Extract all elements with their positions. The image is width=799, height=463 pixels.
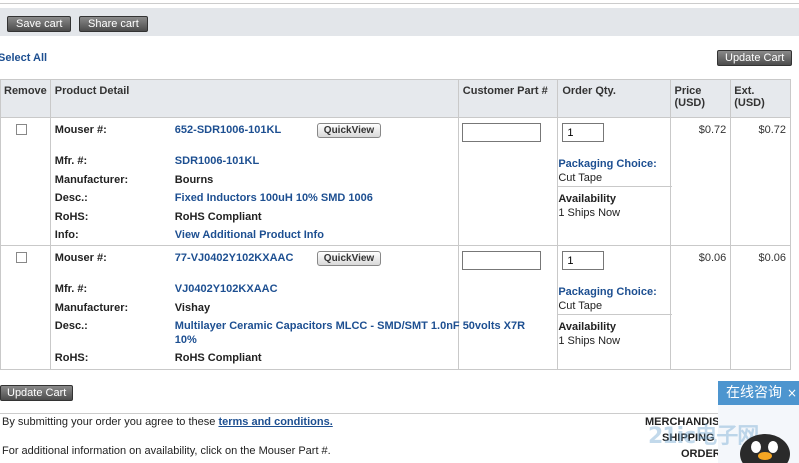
- customer-part-input[interactable]: [461, 123, 541, 142]
- remove-checkbox[interactable]: [16, 252, 27, 263]
- order-qty-cell: Packaging Choice: Cut Tape Availability …: [557, 245, 673, 370]
- update-cart-top-button[interactable]: Update Cart: [717, 50, 793, 66]
- mascot-beak-icon: [758, 452, 772, 460]
- rohs-value: RoHS Compliant: [174, 211, 262, 223]
- mfr-label: Mfr. #:: [54, 155, 88, 167]
- availability-value: 1 Ships Now: [558, 335, 621, 347]
- desc-link[interactable]: Fixed Inductors 100uH 10% SMD 1006: [175, 192, 373, 204]
- remove-checkbox[interactable]: [16, 124, 27, 135]
- mfr-label: Mfr. #:: [54, 283, 88, 295]
- manufacturer-label: Manufacturer:: [54, 302, 129, 314]
- desc-label: Desc.:: [54, 320, 88, 332]
- col-customer-part: Customer Part #: [457, 79, 559, 118]
- availability-label: Availability: [558, 193, 616, 205]
- cart-table: Remove Product Detail Customer Part # Or…: [0, 79, 791, 370]
- terms-link[interactable]: terms and conditions.: [218, 416, 332, 428]
- table-header-row: Remove Product Detail Customer Part # Or…: [0, 79, 791, 118]
- update-cart-bottom-button[interactable]: Update Cart: [0, 385, 74, 401]
- additional-info-link[interactable]: View Additional Product Info: [175, 229, 324, 241]
- mouser-part-link[interactable]: 652-SDR1006-101KL: [175, 124, 281, 136]
- col-ext: Ext. (USD): [730, 79, 791, 118]
- product-detail-cell: Mouser #: 77-VJ0402Y102KXAAC QuickView M…: [49, 245, 525, 370]
- chat-label: 在线咨询: [726, 385, 782, 401]
- customer-part-cell: [457, 117, 559, 246]
- customer-part-input[interactable]: [461, 251, 541, 270]
- mouser-label: Mouser #:: [54, 124, 107, 136]
- availability-label: Availability: [558, 321, 616, 333]
- order-qty-cell: Packaging Choice: Cut Tape Availability …: [557, 117, 673, 246]
- mouser-part-link[interactable]: 77-VJ0402Y102KXAAC: [175, 252, 294, 264]
- mascot-eye-icon: [751, 441, 761, 453]
- col-price: Price (USD): [670, 79, 732, 118]
- divider: [558, 186, 673, 187]
- terms-prefix: By submitting your order you agree to th…: [2, 416, 219, 428]
- manufacturer-value: Bourns: [174, 174, 214, 186]
- packaging-value: Cut Tape: [558, 300, 603, 312]
- terms-text: By submitting your order you agree to th…: [2, 416, 333, 428]
- select-all-link[interactable]: Select All: [0, 52, 47, 64]
- rohs-label: RoHS:: [54, 352, 89, 364]
- customer-part-cell: [457, 245, 559, 370]
- rohs-value: RoHS Compliant: [174, 352, 262, 364]
- manufacturer-label: Manufacturer:: [54, 174, 129, 186]
- close-icon[interactable]: ×: [787, 381, 797, 405]
- manufacturer-value: Vishay: [174, 302, 211, 314]
- mouser-label: Mouser #:: [54, 252, 107, 264]
- availability-note: For additional information on availabili…: [2, 445, 331, 457]
- divider: [558, 314, 673, 315]
- col-order-qty: Order Qty.: [557, 79, 672, 118]
- rohs-label: RoHS:: [54, 211, 89, 223]
- save-cart-button[interactable]: Save cart: [7, 16, 72, 32]
- quickview-button[interactable]: QuickView: [316, 123, 382, 138]
- col-product-detail: Product Detail: [49, 79, 459, 118]
- packaging-label[interactable]: Packaging Choice:: [558, 158, 656, 170]
- remove-cell: [0, 117, 51, 246]
- table-row: Mouser #: 652-SDR1006-101KL QuickView Mf…: [0, 117, 791, 246]
- share-cart-button[interactable]: Share cart: [79, 16, 148, 32]
- quantity-input[interactable]: [562, 123, 605, 142]
- remove-cell: [0, 245, 51, 370]
- table-row: Mouser #: 77-VJ0402Y102KXAAC QuickView M…: [0, 245, 791, 370]
- quickview-button[interactable]: QuickView: [316, 251, 382, 266]
- ext-cell: $0.06: [730, 245, 791, 370]
- mfr-part-link[interactable]: SDR1006-101KL: [175, 155, 259, 167]
- product-detail-cell: Mouser #: 652-SDR1006-101KL QuickView Mf…: [49, 117, 459, 246]
- desc-link-line2[interactable]: 10%: [175, 334, 197, 346]
- footer-divider: [0, 413, 799, 414]
- online-chat-button[interactable]: 在线咨询 ×: [718, 381, 799, 405]
- top-divider: [0, 0, 799, 4]
- mfr-part-link[interactable]: VJ0402Y102KXAAC: [175, 283, 278, 295]
- packaging-value: Cut Tape: [558, 172, 603, 184]
- price-cell: $0.72: [670, 117, 732, 246]
- desc-label: Desc.:: [54, 192, 88, 204]
- mascot-eye-icon: [768, 441, 778, 453]
- price-cell: $0.06: [670, 245, 732, 370]
- ext-cell: $0.72: [730, 117, 791, 246]
- quantity-input[interactable]: [562, 251, 605, 270]
- availability-value: 1 Ships Now: [558, 207, 621, 219]
- info-label: Info:: [54, 229, 79, 241]
- col-remove: Remove: [0, 79, 51, 118]
- packaging-label[interactable]: Packaging Choice:: [558, 286, 656, 298]
